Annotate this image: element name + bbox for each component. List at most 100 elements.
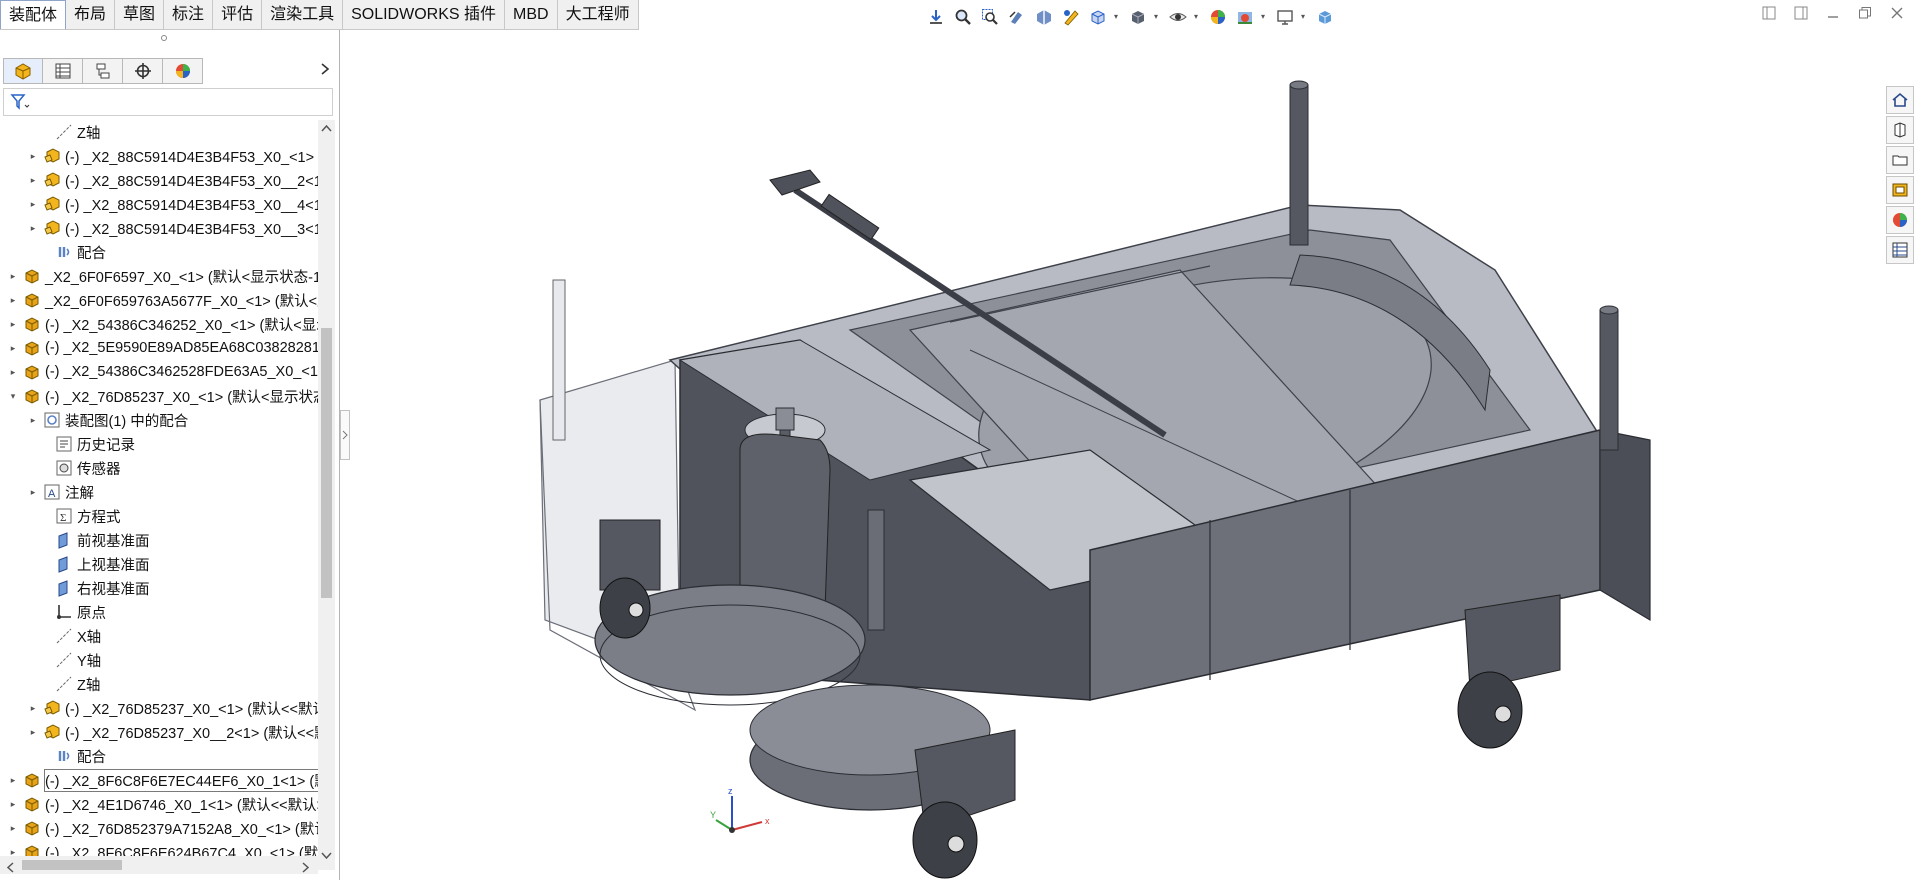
expand-arrow-icon[interactable]: ▸ xyxy=(8,319,18,330)
expand-arrow-icon[interactable]: ▸ xyxy=(8,367,18,378)
tab-evaluate[interactable]: 评估 xyxy=(213,0,263,29)
view-orientation-icon[interactable] xyxy=(1087,6,1109,28)
edit-appearance-icon[interactable] xyxy=(1207,6,1229,28)
design-library-icon[interactable] xyxy=(1886,116,1914,144)
expand-arrow-icon[interactable]: ▸ xyxy=(28,175,38,186)
tree-item[interactable]: ▾ (-) _X2_76D85237_X0_<1> (默认<显示状态-1>) xyxy=(0,384,318,408)
tree-item[interactable]: ▸ (-) _X2_8F6C8F6E7EC44EF6_X0_1<1> (默认<显示… xyxy=(0,768,318,792)
tab-solidworks-addins[interactable]: SOLIDWORKS 插件 xyxy=(343,0,506,29)
section-view-icon[interactable] xyxy=(1033,6,1055,28)
panel-left-icon[interactable] xyxy=(1760,6,1778,24)
tab-mbd[interactable]: MBD xyxy=(505,0,558,29)
expand-arrow-icon[interactable]: ▸ xyxy=(8,343,18,354)
configuration-manager-tab[interactable] xyxy=(83,58,123,84)
scroll-thumb[interactable] xyxy=(321,328,332,598)
expand-arrow-icon[interactable]: ▸ xyxy=(8,823,18,834)
tree-item[interactable]: ▸ (-) _X2_76D85237_X0_<1> (默认<<默认>_显示状态 1… xyxy=(0,696,318,720)
tree-item[interactable]: ▸ _X2_6F0F659763A5677F_X0_<1> (默认<显示状态-1>… xyxy=(0,288,318,312)
view-settings-icon[interactable] xyxy=(1274,6,1296,28)
tree-item[interactable]: ▸ (-) _X2_76D85237_X0__2<1> (默认<<默认>_显示状态… xyxy=(0,720,318,744)
graphics-area[interactable]: z x Y xyxy=(350,30,1880,880)
previous-view-icon[interactable] xyxy=(1006,6,1028,28)
property-manager-tab[interactable] xyxy=(43,58,83,84)
tree-item[interactable]: ▸ (-) _X2_4E1D6746_X0_1<1> (默认<<默认>_显示状态 … xyxy=(0,792,318,816)
tree-item[interactable]: Z轴 xyxy=(0,120,318,144)
tree-item[interactable]: X轴 xyxy=(0,624,318,648)
panel-grip-icon[interactable] xyxy=(160,34,168,45)
display-style-dropdown-icon[interactable]: ▾ xyxy=(1154,6,1162,28)
scroll-down-icon[interactable] xyxy=(321,852,332,863)
dimxpert-manager-tab[interactable] xyxy=(123,58,163,84)
tree-vertical-scrollbar[interactable] xyxy=(318,120,335,870)
zoom-to-fit-icon[interactable] xyxy=(952,6,974,28)
tree-item[interactable]: ▸ 装配图(1) 中的配合 xyxy=(0,408,318,432)
tree-item[interactable]: 历史记录 xyxy=(0,432,318,456)
tab-assembly[interactable]: 装配体 xyxy=(0,0,67,29)
custom-properties-icon[interactable] xyxy=(1886,236,1914,264)
tree-item[interactable]: Y轴 xyxy=(0,648,318,672)
scroll-up-icon[interactable] xyxy=(321,124,332,135)
hide-show-dropdown-icon[interactable]: ▾ xyxy=(1194,6,1202,28)
tab-render-tools[interactable]: 渲染工具 xyxy=(262,0,344,29)
tab-dimension[interactable]: 标注 xyxy=(164,0,214,29)
hide-show-items-icon[interactable] xyxy=(1167,6,1189,28)
apply-scene-icon[interactable] xyxy=(1234,6,1256,28)
tab-sketch[interactable]: 草图 xyxy=(115,0,165,29)
feature-tree-filter[interactable] xyxy=(3,88,333,116)
appearances-icon[interactable] xyxy=(1886,206,1914,234)
panel-right-icon[interactable] xyxy=(1792,6,1810,24)
zoom-to-area-icon[interactable] xyxy=(979,6,1001,28)
view-orientation-dropdown-icon[interactable]: ▾ xyxy=(1114,6,1122,28)
view-settings-dropdown-icon[interactable]: ▾ xyxy=(1301,6,1309,28)
cube-view-icon[interactable] xyxy=(1314,6,1336,28)
expand-arrow-icon[interactable]: ▸ xyxy=(28,703,38,714)
horizontal-scroll-thumb[interactable] xyxy=(22,860,122,870)
display-style-icon[interactable] xyxy=(1127,6,1149,28)
panel-collapse-handle[interactable] xyxy=(340,410,350,460)
view-palette-icon[interactable] xyxy=(1886,176,1914,204)
expand-arrow-icon[interactable]: ▸ xyxy=(28,199,38,210)
dynamic-annotation-icon[interactable] xyxy=(1060,6,1082,28)
tree-item[interactable]: ▸ (-) _X2_5E9590E89AD85EA68C03828281_X0_<… xyxy=(0,336,318,360)
tree-item[interactable]: 配合 xyxy=(0,240,318,264)
expand-arrow-icon[interactable]: ▸ xyxy=(8,799,18,810)
expand-arrow-icon[interactable]: ▸ xyxy=(28,487,38,498)
close-icon[interactable] xyxy=(1888,6,1906,24)
tree-item[interactable]: Σ 方程式 xyxy=(0,504,318,528)
tree-item[interactable]: ▸ (-) _X2_88C5914D4E3B4F53_X0__2<1> (默认<<… xyxy=(0,168,318,192)
tree-item[interactable]: 右视基准面 xyxy=(0,576,318,600)
home-icon[interactable] xyxy=(1886,86,1914,114)
tree-item[interactable]: ▸ (-) _X2_88C5914D4E3B4F53_X0__3<1> (默认<<… xyxy=(0,216,318,240)
assembly-model[interactable] xyxy=(350,30,1880,880)
tree-item[interactable]: ▸ (-) _X2_88C5914D4E3B4F53_X0_<1> (默认<<默认… xyxy=(0,144,318,168)
collapse-arrow-icon[interactable]: ▾ xyxy=(8,391,18,402)
tree-item[interactable]: ▸ (-) _X2_54386C346252_X0_<1> (默认<显示状态-1>… xyxy=(0,312,318,336)
expand-arrow-icon[interactable]: ▸ xyxy=(28,727,38,738)
tree-item[interactable]: ▸ _X2_6F0F6597_X0_<1> (默认<显示状态-1>) xyxy=(0,264,318,288)
apply-scene-dropdown-icon[interactable]: ▾ xyxy=(1261,6,1269,28)
feature-manager-tab[interactable] xyxy=(3,58,43,84)
file-explorer-icon[interactable] xyxy=(1886,146,1914,174)
tab-engineer[interactable]: 大工程师 xyxy=(558,0,639,29)
tree-item[interactable]: 原点 xyxy=(0,600,318,624)
tree-horizontal-scrollbar[interactable] xyxy=(0,856,318,874)
expand-arrow-icon[interactable]: ▸ xyxy=(8,775,18,786)
tree-item[interactable]: ▸ A 注解 xyxy=(0,480,318,504)
expand-arrow-icon[interactable]: ▸ xyxy=(8,271,18,282)
scroll-right-icon[interactable] xyxy=(302,860,310,876)
display-manager-tab[interactable] xyxy=(163,58,203,84)
expand-arrow-icon[interactable]: ▸ xyxy=(28,151,38,162)
chevron-right-icon[interactable] xyxy=(320,62,330,78)
tree-item[interactable]: 上视基准面 xyxy=(0,552,318,576)
restore-icon[interactable] xyxy=(1856,6,1874,24)
scroll-left-icon[interactable] xyxy=(6,860,14,876)
expand-arrow-icon[interactable]: ▸ xyxy=(28,223,38,234)
tree-item[interactable]: 前视基准面 xyxy=(0,528,318,552)
expand-arrow-icon[interactable]: ▸ xyxy=(8,295,18,306)
tree-item[interactable]: 传感器 xyxy=(0,456,318,480)
tree-item[interactable]: ▸ (-) _X2_88C5914D4E3B4F53_X0__4<1> (默认<<… xyxy=(0,192,318,216)
minimize-icon[interactable] xyxy=(1824,6,1842,24)
tab-layout[interactable]: 布局 xyxy=(66,0,116,29)
tree-item[interactable]: 配合 xyxy=(0,744,318,768)
isolate-icon[interactable] xyxy=(925,6,947,28)
